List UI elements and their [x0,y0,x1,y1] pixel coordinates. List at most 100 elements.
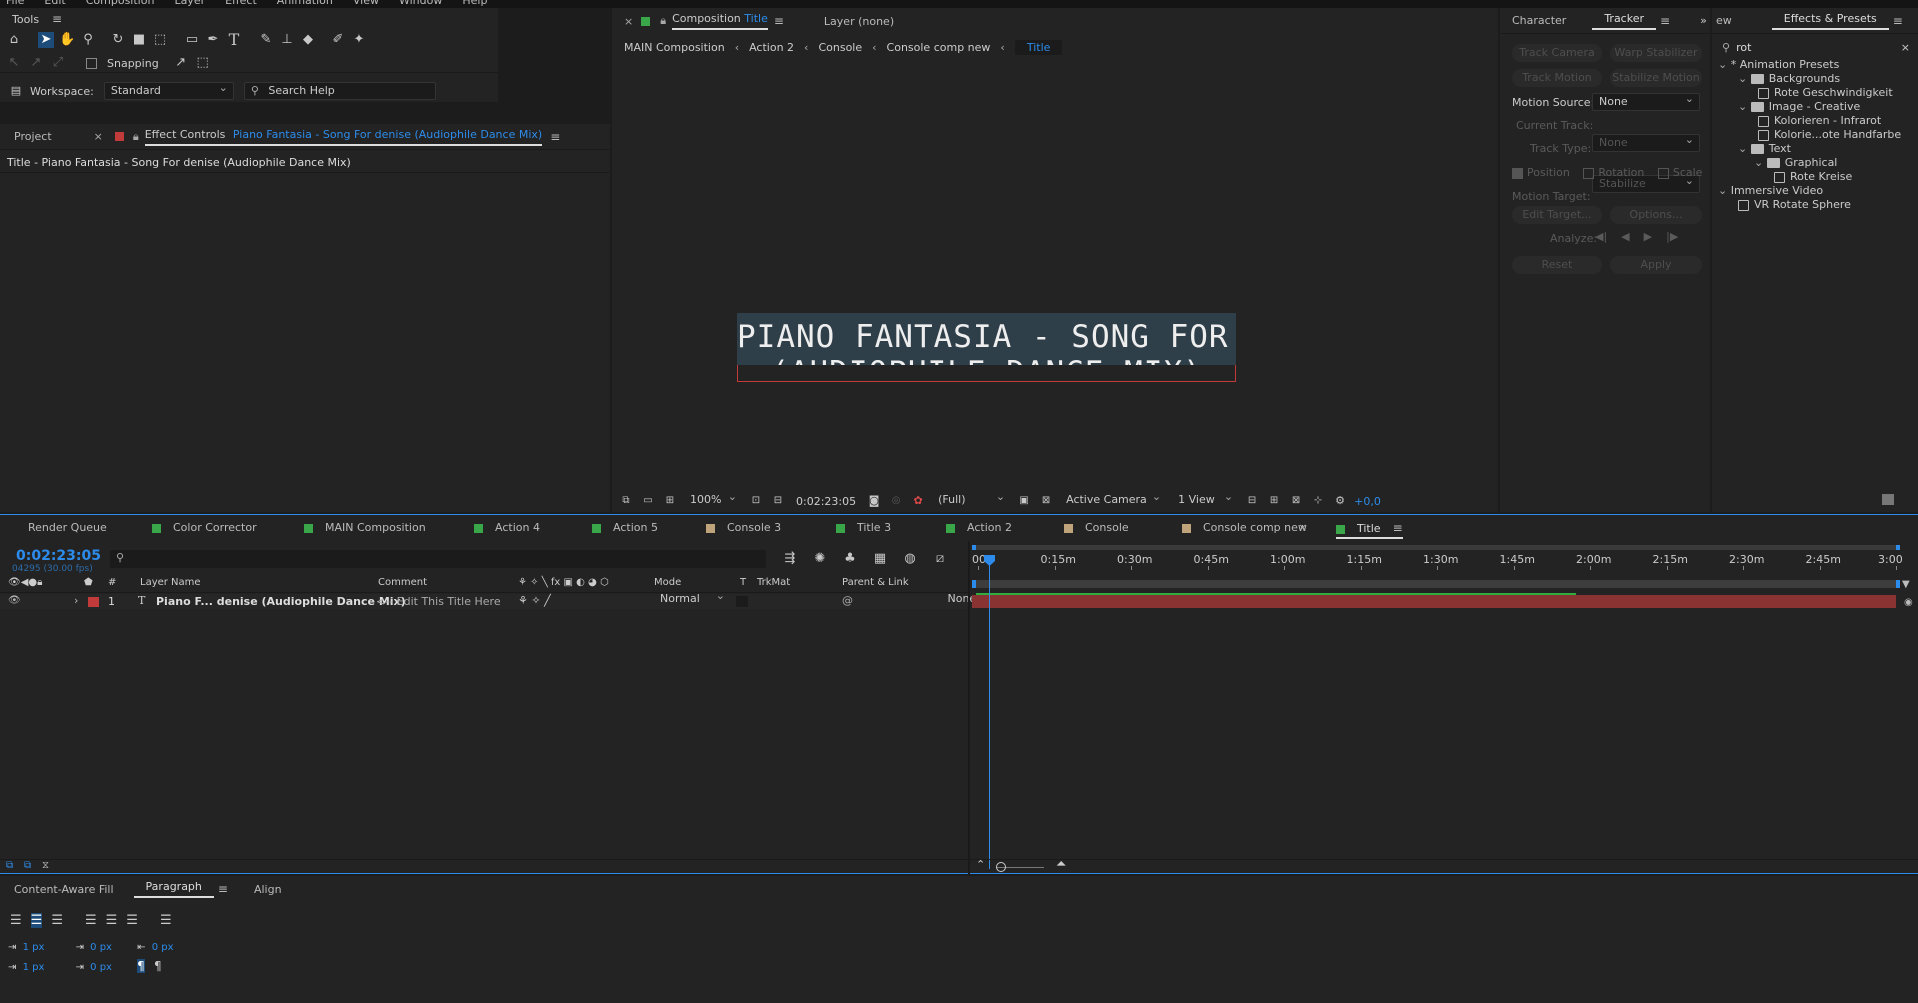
close-icon[interactable]: × [1298,515,1307,541]
timeline-tab[interactable]: Action 2 [946,515,1012,541]
timeline-icon[interactable]: ⊠ [1288,493,1304,509]
tools-menu-icon[interactable]: ≡ [52,12,62,26]
mode-dropdown[interactable]: Normal [654,589,730,608]
effects-menu-icon[interactable]: ≡ [1893,14,1903,28]
warp-stabilizer-button[interactable]: Warp Stabilizer [1610,44,1702,62]
timeline-search-field[interactable]: ⚲ [110,550,766,568]
timeline-end-marker-icon[interactable]: ▼ [1902,579,1910,590]
workspace-dropdown[interactable]: Standard [103,80,234,100]
analyze-prev-icon[interactable]: ◀ [1621,230,1629,243]
menu-item[interactable]: Help [462,0,487,7]
chevron-down-icon[interactable]: ⌄ [1718,58,1731,71]
effects-search-field[interactable]: ⚲ rot × [1722,39,1910,55]
visibility-eye-icon[interactable]: 👁︎ [8,595,21,606]
timeline-menu-icon[interactable]: ≡ [1393,521,1403,535]
exposure-value[interactable]: +0,0 [1354,495,1381,508]
chevron-down-icon[interactable]: ⌄ [1738,72,1751,85]
region-of-interest-icon[interactable]: ▣ [1016,493,1032,509]
close-icon[interactable]: × [94,130,103,143]
current-track-dropdown[interactable]: None [1592,132,1700,152]
tab-project[interactable]: Project [0,130,64,143]
comment-header[interactable]: Comment [378,577,427,588]
composition-viewer[interactable]: PIANO FANTASIA - SONG FOR DENISE (AUDIOP… [612,60,1498,488]
track-motion-button[interactable]: Track Motion [1512,69,1602,87]
parent-header[interactable]: Parent & Link [842,577,909,588]
trkmat-header[interactable]: TrkMat [757,577,790,588]
home-icon[interactable]: ⌂ [6,32,22,48]
align-left-icon[interactable]: ☰ [10,913,22,928]
timeline-tab[interactable]: Color Corrector [152,515,257,541]
space-after-value[interactable]: 0 px [90,962,112,973]
hand-tool-icon[interactable]: ✋ [59,32,75,48]
folder-item[interactable]: ⌄ Immersive Video [1718,184,1823,197]
menu-item[interactable]: Window [399,0,442,7]
folder-item[interactable]: ⌄ Image - Creative [1738,100,1860,113]
snapshot-icon[interactable]: ◙ [866,493,882,509]
panel-overflow-icon[interactable]: » [1700,14,1707,27]
toggle-switches-icon[interactable]: ⧉ [6,860,13,871]
breadcrumb-item[interactable]: Console comp new [887,41,991,54]
tab-overflow[interactable]: ew [1716,14,1732,27]
brush-tool-icon[interactable]: ✎ [258,32,274,48]
chevron-down-icon[interactable]: ⌄ [1718,184,1731,197]
pickwhip-icon[interactable]: @ [842,594,853,607]
work-area-bar[interactable] [972,545,1900,550]
camera-dropdown[interactable]: Active Camera [1060,489,1166,510]
reset-button[interactable]: Reset [1512,256,1602,274]
chevron-down-icon[interactable]: ⌄ [1738,100,1751,113]
zoom-in-icon[interactable]: ⏶ [1056,857,1066,872]
timeline-tab[interactable]: Action 4 [474,515,540,541]
preset-item[interactable]: Rote Geschwindigkeit [1758,86,1893,99]
timeline-tab[interactable]: Console 3 [706,515,781,541]
fast-previews-icon[interactable]: ⊞ [1266,493,1282,509]
preset-item[interactable]: Kolorieren - Infrarot [1758,114,1881,127]
expand-layer-icon[interactable]: › [74,594,78,607]
comp-marker-bin-icon[interactable]: ◉ [1904,597,1913,608]
pan-behind-tool-icon[interactable]: ⬚ [152,32,168,48]
timeline-tab[interactable]: Title 3 [836,515,891,541]
preset-item[interactable]: VR Rotate Sphere [1738,198,1851,211]
edit-target-button[interactable]: Edit Target... [1512,206,1602,224]
layer-row[interactable]: 👁︎ › 1 T Piano F... denise (Audiophile D… [0,589,1024,609]
menu-item[interactable]: Effect [225,0,257,7]
analyze-back-icon[interactable]: ◀| [1595,230,1607,243]
time-navigator[interactable] [972,580,1900,588]
breadcrumb-item[interactable]: Title [1014,39,1063,55]
folder-item[interactable]: ⌄ Graphical [1754,156,1837,169]
align-right-icon[interactable]: ☰ [51,913,63,928]
position-checkbox[interactable] [1512,167,1523,179]
channel-icon[interactable]: ✿ [910,493,926,509]
breadcrumb-item[interactable]: Console [818,41,862,54]
effect-controls-target[interactable]: Piano Fantasia - Song For denise (Audiop… [233,128,542,141]
search-help-field[interactable]: ⚲ Search Help [243,82,436,100]
ltr-direction-icon[interactable]: ¶ [137,959,145,973]
layer-switches[interactable]: ⚘ ✧ ╱ [518,594,551,607]
zoom-slider-handle[interactable] [996,862,1006,872]
chevron-down-icon[interactable]: ⌄ [1738,142,1751,155]
selection-tool-icon[interactable]: ➤ [38,32,54,48]
puppet-tool-icon[interactable]: ✦ [351,32,367,48]
layer-label-color[interactable] [88,597,99,607]
lock-icon[interactable]: 🔒︎ [133,130,139,144]
options-button[interactable]: Options... [1610,206,1702,224]
tab-paragraph[interactable]: Paragraph [133,880,214,898]
viewer-timecode[interactable]: 0:02:23:05 [796,495,856,508]
roto-brush-tool-icon[interactable]: ✐ [330,32,346,48]
breadcrumb-item[interactable]: MAIN Composition [624,41,725,54]
tab-layer[interactable]: Layer (none) [824,15,894,28]
layer-name[interactable]: Piano F... denise (Audiophile Dance Mix) [156,595,406,608]
composition-lock-icon[interactable]: 🔒︎ [660,14,666,28]
menu-item[interactable]: Animation [277,0,333,7]
snapping-checkbox[interactable] [86,57,97,69]
motion-source-dropdown[interactable]: None [1592,91,1700,111]
menu-item[interactable]: Layer [174,0,205,7]
layer-name-header[interactable]: Layer Name [140,577,201,588]
frame-blending-icon[interactable]: ▦ [872,551,888,567]
rotate-tool-icon[interactable]: ↻ [110,32,126,48]
timeline-tab[interactable]: MAIN Composition [304,515,426,541]
indent-right-value[interactable]: 0 px [152,942,174,953]
tab-effect-controls[interactable]: Effect Controls Piano Fantasia - Song Fo… [144,128,543,146]
effect-controls-menu-icon[interactable]: ≡ [550,130,560,144]
chevron-down-icon[interactable]: ⌄ [1754,156,1767,169]
folder-item[interactable]: ⌄ * Animation Presets [1718,58,1839,71]
